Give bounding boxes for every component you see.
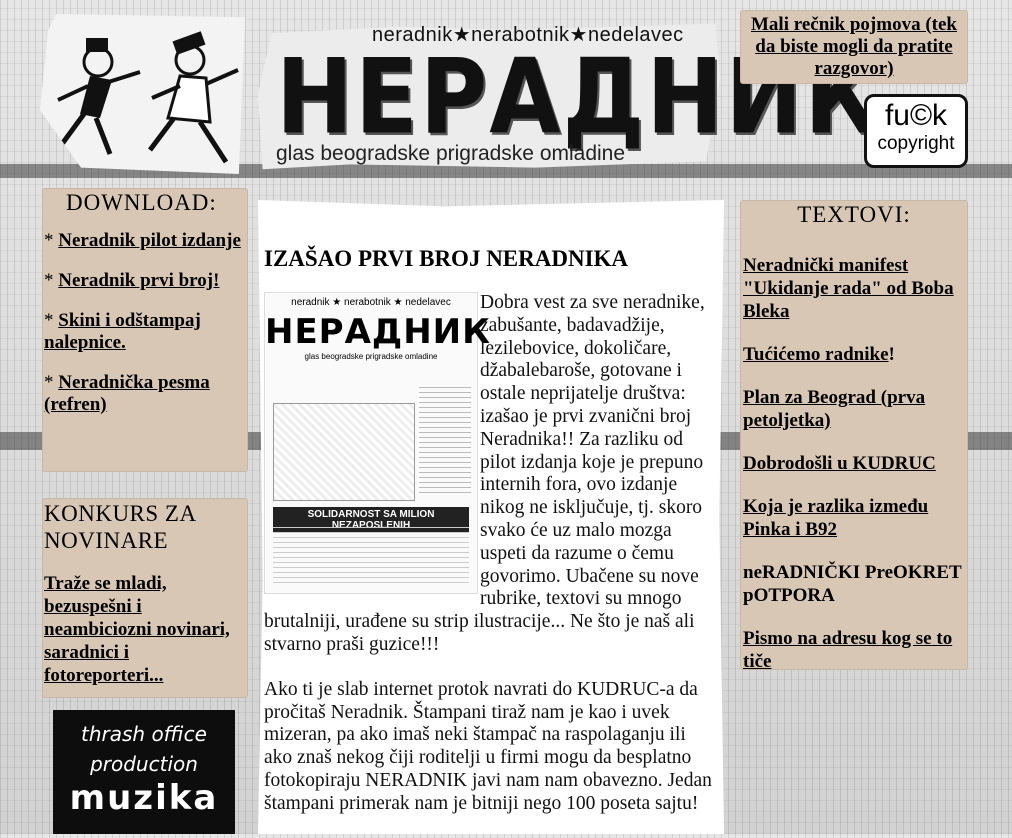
article-body: Dobra vest za sve neradnike, zabušante, … xyxy=(264,292,716,834)
texts-item: Dobrodošli u KUDRUC xyxy=(743,452,968,475)
texts-item: Koja je razlika između Pinka i B92 xyxy=(743,495,968,541)
bullet: * xyxy=(44,310,59,331)
dictionary-link[interactable]: Mali rečnik pojmova (tek da biste mogli … xyxy=(740,14,968,80)
article-paragraph: Ako ti je slab internet protok navrati d… xyxy=(264,678,712,814)
download-title: DOWNLOAD: xyxy=(66,190,217,215)
texts-link-plan[interactable]: Plan za Beograd (prva petoljetka) xyxy=(743,387,925,431)
texts-panel: TEXTOVI: Neradnički manifest "Ukidanje r… xyxy=(740,200,968,673)
texts-link-preokret[interactable]: neRADNIČKI PreOKRET pOTPORA xyxy=(743,562,961,606)
background-newsprint xyxy=(970,0,1012,834)
dancing-figures-illustration xyxy=(57,31,239,164)
texts-item: Tućićemo radnike! xyxy=(743,343,968,366)
main-article: IZAŠAO PRVI BROJ NERADNIKA neradnik ★ ne… xyxy=(258,200,724,834)
texts-link-tucicemo[interactable]: Tućićemo radnike xyxy=(743,344,889,365)
download-item: * Skini i odštampaj nalepnice. xyxy=(44,310,246,354)
texts-suffix: ! xyxy=(888,344,895,365)
texts-item: Plan za Beograd (prva petoljetka) xyxy=(743,386,968,432)
texts-item: Neradnički manifest "Ukidanje rada" od B… xyxy=(743,254,968,323)
badge-line: copyright xyxy=(877,133,955,154)
site-logo[interactable]: НЕРАДНИК xyxy=(276,41,880,154)
bullet: * xyxy=(44,230,59,251)
banner-line: thrash office xyxy=(81,722,207,746)
texts-link-pink-b92[interactable]: Koja je razlika između Pinka i B92 xyxy=(743,496,928,540)
badge-line: fu©k xyxy=(884,99,948,132)
dictionary-panel: Mali rečnik pojmova (tek da biste mogli … xyxy=(740,10,968,84)
header-cartoon-image xyxy=(40,14,245,174)
texts-link-pismo[interactable]: Pismo na adresu kog se to tiče xyxy=(743,628,952,672)
article-headline: IZAŠAO PRVI BROJ NERADNIKA xyxy=(264,246,629,271)
bullet: * xyxy=(44,372,59,393)
konkurs-panel: KONKURS ZA NOVINARE Traže se mladi, bezu… xyxy=(42,498,248,698)
thrash-office-banner[interactable]: thrash office production muzika xyxy=(53,710,235,834)
download-item: * Neradnik pilot izdanje xyxy=(44,230,246,252)
download-panel: DOWNLOAD: * Neradnik pilot izdanje * Ner… xyxy=(42,188,248,472)
banner-line: production xyxy=(90,752,198,776)
header-tagline-bottom: glas beogradske prigradske omladine xyxy=(276,142,626,165)
konkurs-title: KONKURS ZA NOVINARE xyxy=(44,501,196,553)
download-link-song[interactable]: Neradnička pesma (refren) xyxy=(44,372,210,415)
konkurs-link[interactable]: Traže se mladi, bezuspešni i neambiciozn… xyxy=(44,572,248,687)
download-link-first-issue[interactable]: Neradnik prvi broj! xyxy=(58,270,219,291)
texts-item: neRADNIČKI PreOKRET pOTPORA xyxy=(743,561,968,607)
texts-link-kudruc[interactable]: Dobrodošli u KUDRUC xyxy=(743,453,936,474)
download-link-pilot[interactable]: Neradnik pilot izdanje xyxy=(58,230,241,251)
bullet: * xyxy=(44,270,59,291)
download-link-stickers[interactable]: Skini i odštampaj nalepnice. xyxy=(44,310,201,353)
banner-line: muzika xyxy=(69,778,219,818)
texts-item: Pismo na adresu kog se to tiče xyxy=(743,627,968,673)
texts-title: TEXTOVI: xyxy=(797,202,911,227)
copyleft-badge: fu©k copyright xyxy=(864,94,968,168)
download-item: * Neradnik prvi broj! xyxy=(44,270,246,292)
texts-link-manifest[interactable]: Neradnički manifest "Ukidanje rada" od B… xyxy=(743,255,954,322)
download-item: * Neradnička pesma (refren) xyxy=(44,372,246,416)
background-newsprint xyxy=(0,0,40,834)
